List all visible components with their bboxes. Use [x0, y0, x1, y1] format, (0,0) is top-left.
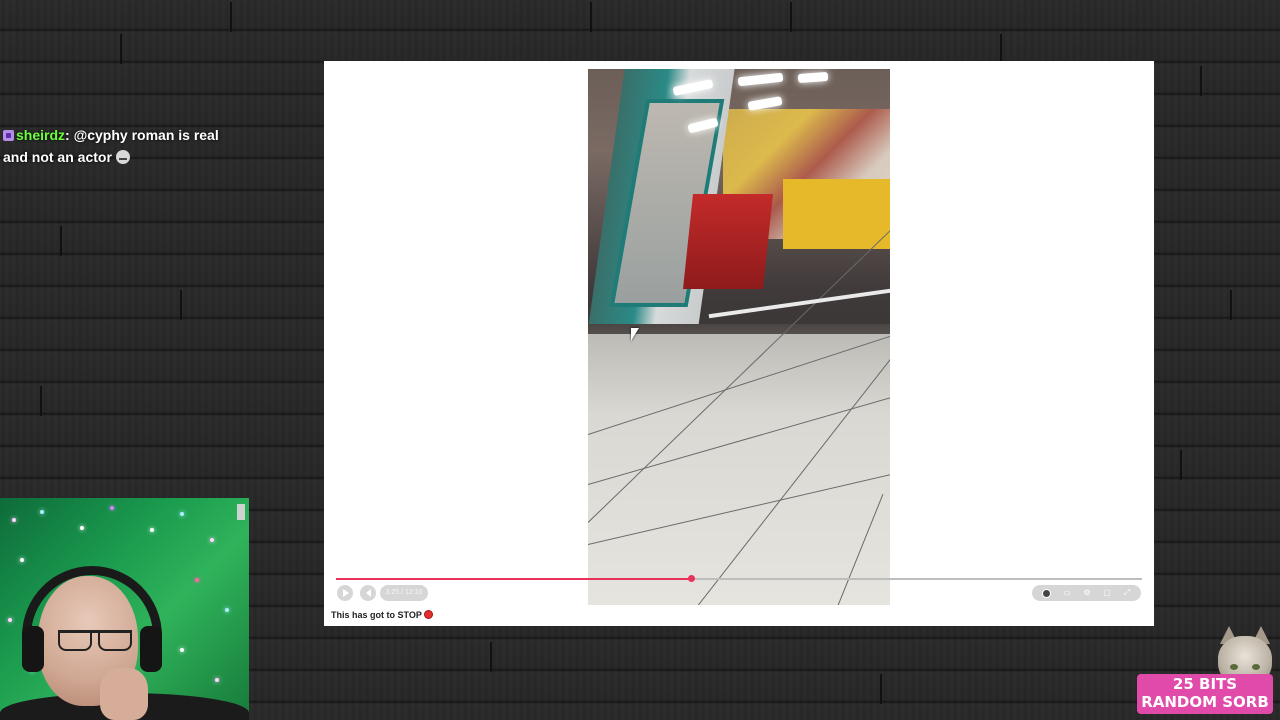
miniplayer-icon[interactable]: ▢: [1103, 589, 1111, 597]
fairy-light: [195, 578, 199, 582]
bits-amount: 25 BITS: [1172, 675, 1238, 693]
plank-seam: [40, 386, 42, 416]
scene-yellow-display: [783, 179, 890, 249]
cat-eye: [1230, 664, 1238, 670]
fairy-light: [225, 608, 229, 612]
tile-line: [588, 328, 890, 435]
fairy-light: [12, 518, 16, 522]
skull-emote-icon: [115, 150, 130, 164]
video-title: This has got to STOP: [331, 610, 433, 620]
chat-username: sheirdz: [16, 127, 66, 143]
volume-icon: [365, 589, 371, 597]
headphone-ear-left: [22, 626, 44, 672]
tile-line: [588, 390, 890, 485]
streamer-hand: [100, 668, 148, 720]
plank-seam: [490, 642, 492, 672]
webcam-corner-marker: [237, 504, 245, 520]
mute-button[interactable]: [360, 585, 376, 601]
plank-seam: [1000, 34, 1002, 64]
fairy-light: [20, 558, 24, 562]
plank-seam: [60, 226, 62, 256]
settings-gear-icon[interactable]: ⚙: [1083, 589, 1091, 597]
stop-sign-icon: [423, 610, 433, 619]
fairy-light: [180, 512, 184, 516]
autoplay-toggle-icon[interactable]: [1042, 588, 1051, 598]
fairy-light: [180, 648, 184, 652]
plank-seam: [180, 290, 182, 320]
glasses: [58, 630, 132, 651]
play-button[interactable]: [337, 585, 353, 601]
fairy-light: [80, 526, 84, 530]
fullscreen-icon[interactable]: ⤢: [1123, 589, 1131, 597]
plank-seam: [590, 2, 592, 32]
scene-tiled-floor: [588, 230, 890, 605]
bits-donor: RANDOM SORB: [1141, 693, 1269, 711]
tile-line: [697, 321, 890, 605]
subscriber-badge-icon: [3, 130, 14, 141]
time-display: 3:25 / 12:10: [380, 585, 428, 601]
player-right-controls: ▭ ⚙ ▢ ⤢: [1032, 585, 1141, 601]
plank-seam: [120, 34, 122, 64]
plank-seam: [230, 2, 232, 32]
mouse-cursor-icon: [631, 328, 639, 341]
plank-seam: [1180, 450, 1182, 480]
fairy-light: [110, 506, 114, 510]
bits-alert: 25 BITS RANDOM SORB: [1137, 674, 1273, 714]
headphone-ear-right: [140, 626, 162, 672]
plank-seam: [1230, 290, 1232, 320]
captions-icon[interactable]: ▭: [1063, 589, 1071, 597]
fairy-light: [40, 510, 44, 514]
progress-bar[interactable]: [336, 575, 1142, 582]
cat-eye: [1252, 664, 1260, 670]
fairy-light: [8, 618, 12, 622]
play-icon: [343, 589, 349, 597]
plank-seam: [1200, 66, 1202, 96]
chat-message: sheirdz: @cyphy roman is real and not an…: [3, 124, 223, 168]
progress-fill: [336, 578, 691, 580]
tile-line: [837, 494, 884, 605]
plank-seam: [790, 2, 792, 32]
progress-knob[interactable]: [687, 575, 695, 582]
streamer-webcam: [0, 498, 249, 720]
scene-red-baskets: [683, 194, 773, 289]
video-title-text: This has got to STOP: [331, 610, 422, 620]
fairy-light: [210, 538, 214, 542]
chat-separator: :: [65, 127, 70, 143]
fairy-light: [215, 678, 219, 682]
plank-seam: [880, 674, 882, 704]
video-player-window: 3:25 / 12:10 ▭ ⚙ ▢ ⤢ This has got to STO…: [324, 61, 1154, 626]
fairy-light: [150, 528, 154, 532]
